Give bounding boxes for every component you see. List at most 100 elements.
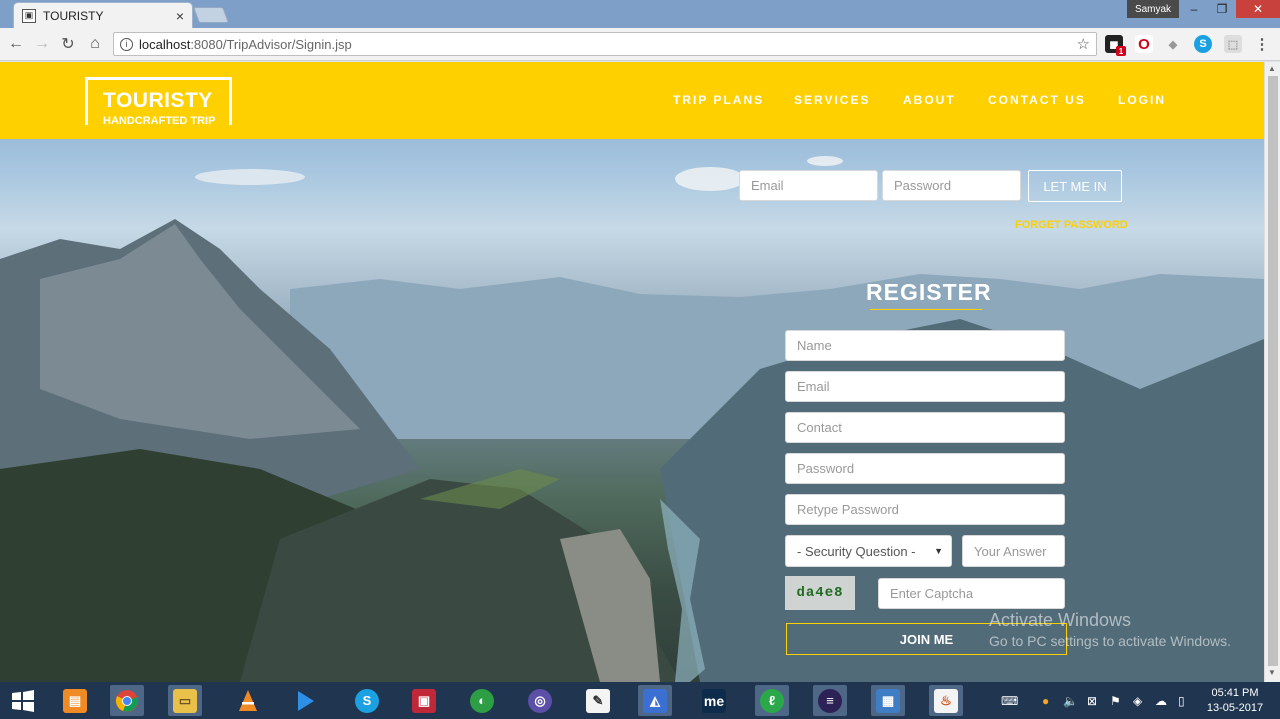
bookmark-star-icon[interactable]: ☆: [1077, 35, 1090, 53]
scroll-thumb[interactable]: [1268, 76, 1278, 666]
nav-login[interactable]: LOGIN: [1118, 93, 1166, 107]
swirl-icon: ◎: [528, 688, 552, 713]
login-button[interactable]: LET ME IN: [1028, 170, 1122, 202]
nav-services[interactable]: SERVICES: [794, 93, 870, 107]
taskbar-recorder[interactable]: ▣: [407, 685, 441, 716]
clock-date: 13-05-2017: [1206, 702, 1264, 714]
browser-titlebar: ▣ TOURISTY × Samyak – ❐ ✕: [0, 0, 1280, 28]
window-close-icon[interactable]: ✕: [1236, 0, 1280, 18]
flag-icon[interactable]: ⚑: [1110, 694, 1121, 708]
forward-icon[interactable]: →: [32, 34, 52, 54]
security-answer-input[interactable]: Your Answer: [962, 535, 1065, 567]
new-tab-button[interactable]: [193, 7, 229, 23]
captcha-image: da4e8: [785, 576, 855, 610]
captcha-input[interactable]: Enter Captcha: [878, 578, 1065, 609]
taskbar-photos[interactable]: ▦: [871, 685, 905, 716]
java-icon: ♨: [934, 688, 958, 713]
taskbar-skype[interactable]: S: [350, 685, 384, 716]
pdf-icon[interactable]: ⬚: [1224, 35, 1242, 53]
login-password-input[interactable]: Password: [882, 170, 1021, 201]
reload-icon[interactable]: ↻: [58, 34, 78, 54]
site-logo[interactable]: TOURISTY HANDCRAFTED TRIP: [85, 77, 232, 127]
taskbar-app-10[interactable]: ◭: [638, 685, 672, 716]
register-heading: REGISTER: [866, 279, 992, 305]
register-password-input[interactable]: Password: [785, 453, 1065, 484]
site-header: TOURISTY HANDCRAFTED TRIP TRIP PLANS SER…: [0, 62, 1264, 139]
photos-icon: ▦: [876, 688, 900, 713]
nav-contact-us[interactable]: CONTACT US: [988, 93, 1086, 107]
taskbar-download-manager[interactable]: ◐: [465, 685, 499, 716]
menu-icon[interactable]: ⋮: [1253, 35, 1271, 53]
tab-close-icon[interactable]: ×: [176, 8, 184, 24]
network-error-icon[interactable]: ⊠: [1087, 694, 1097, 708]
opera-icon[interactable]: O: [1135, 35, 1153, 53]
scroll-up-icon[interactable]: ▲: [1268, 64, 1276, 73]
register-email-input[interactable]: Email: [785, 371, 1065, 402]
taskbar-eclipse[interactable]: ≡: [813, 685, 847, 716]
taskbar-app-1[interactable]: ▤: [58, 685, 92, 716]
chevron-down-icon: ▼: [934, 546, 943, 556]
url-host: localhost: [139, 36, 191, 52]
info-icon[interactable]: i: [120, 37, 133, 51]
tray-app-icon[interactable]: ●: [1042, 694, 1049, 708]
activate-windows-watermark: Activate Windows Go to PC settings to ac…: [989, 610, 1231, 649]
profile-button[interactable]: Samyak: [1127, 0, 1179, 18]
favicon-icon: ▣: [22, 8, 36, 23]
register-name-input[interactable]: Name: [785, 330, 1065, 361]
windows-logo-icon: [12, 689, 34, 712]
globe-download-icon: ◐: [470, 688, 494, 713]
vlc-icon: [239, 689, 257, 711]
nav-trip-plans[interactable]: TRIP PLANS: [673, 93, 764, 107]
taskbar-explorer[interactable]: ▭: [168, 685, 202, 716]
taskbar-app-me[interactable]: me: [697, 685, 731, 716]
restore-icon[interactable]: ❐: [1208, 0, 1236, 18]
nav-about[interactable]: ABOUT: [903, 93, 956, 107]
eclipse-icon: ≡: [818, 688, 842, 713]
register-contact-input[interactable]: Contact: [785, 412, 1065, 443]
home-icon[interactable]: ⌂: [85, 34, 105, 54]
taskbar-chrome[interactable]: [110, 685, 144, 716]
leaf-icon: ℓ: [760, 688, 784, 713]
chrome-icon: [115, 689, 138, 712]
back-icon[interactable]: ←: [6, 34, 26, 54]
keyboard-icon[interactable]: ⌨: [1001, 694, 1018, 708]
security-question-value: - Security Question -: [797, 543, 916, 559]
scroll-down-icon[interactable]: ▼: [1268, 668, 1276, 677]
me-app-icon: me: [702, 688, 726, 713]
tray-security-icon[interactable]: ◈: [1133, 694, 1142, 708]
battery-icon[interactable]: ▯: [1178, 694, 1185, 708]
app-manager-icon: ▤: [63, 688, 87, 713]
recorder-icon: ▣: [412, 688, 436, 713]
taskbar-notepad[interactable]: ✎: [581, 685, 615, 716]
taskbar-app-8[interactable]: ◎: [523, 685, 557, 716]
tray-cloud-icon[interactable]: ☁: [1155, 694, 1167, 708]
folder-icon: ▭: [173, 688, 197, 713]
skype-taskbar-icon: S: [355, 688, 379, 713]
page-scrollbar[interactable]: ▲ ▼: [1264, 62, 1280, 682]
skype-icon[interactable]: S: [1194, 35, 1212, 53]
logo-title: TOURISTY: [103, 89, 213, 112]
minimize-icon[interactable]: –: [1180, 0, 1208, 18]
windows-taskbar: ▤ ▭ S ▣ ◐ ◎ ✎ ◭ me ℓ ≡ ▦ ♨ ⌨ ● 🔈 ⊠ ⚑ ◈ ☁…: [0, 682, 1280, 719]
system-clock[interactable]: 05:41 PM 13-05-2017: [1203, 686, 1267, 716]
address-bar[interactable]: i localhost:8080/TripAdvisor/Signin.jsp …: [113, 32, 1097, 56]
taskbar-media-player[interactable]: [288, 685, 322, 716]
cube-icon[interactable]: ◆: [1164, 35, 1182, 53]
tab-title: TOURISTY: [43, 8, 104, 23]
login-email-input[interactable]: Email: [739, 170, 878, 201]
url-path: :8080/TripAdvisor/Signin.jsp: [190, 36, 352, 52]
taskbar-vlc[interactable]: [231, 685, 265, 716]
volume-icon[interactable]: 🔈: [1063, 694, 1078, 708]
taskbar-java[interactable]: ♨: [929, 685, 963, 716]
dolphin-icon: ◭: [643, 688, 667, 713]
start-button[interactable]: [6, 685, 40, 716]
security-question-select[interactable]: - Security Question - ▼: [785, 535, 952, 567]
clock-time: 05:41 PM: [1211, 687, 1259, 699]
notepad-icon: ✎: [586, 688, 610, 713]
forget-password-link[interactable]: FORGET PASSWORD: [1015, 219, 1128, 231]
taskbar-app-12[interactable]: ℓ: [755, 685, 789, 716]
page-viewport: TOURISTY HANDCRAFTED TRIP TRIP PLANS SER…: [0, 62, 1264, 682]
register-underline: [870, 309, 982, 310]
register-retype-password-input[interactable]: Retype Password: [785, 494, 1065, 525]
browser-tab[interactable]: ▣ TOURISTY ×: [13, 2, 193, 28]
